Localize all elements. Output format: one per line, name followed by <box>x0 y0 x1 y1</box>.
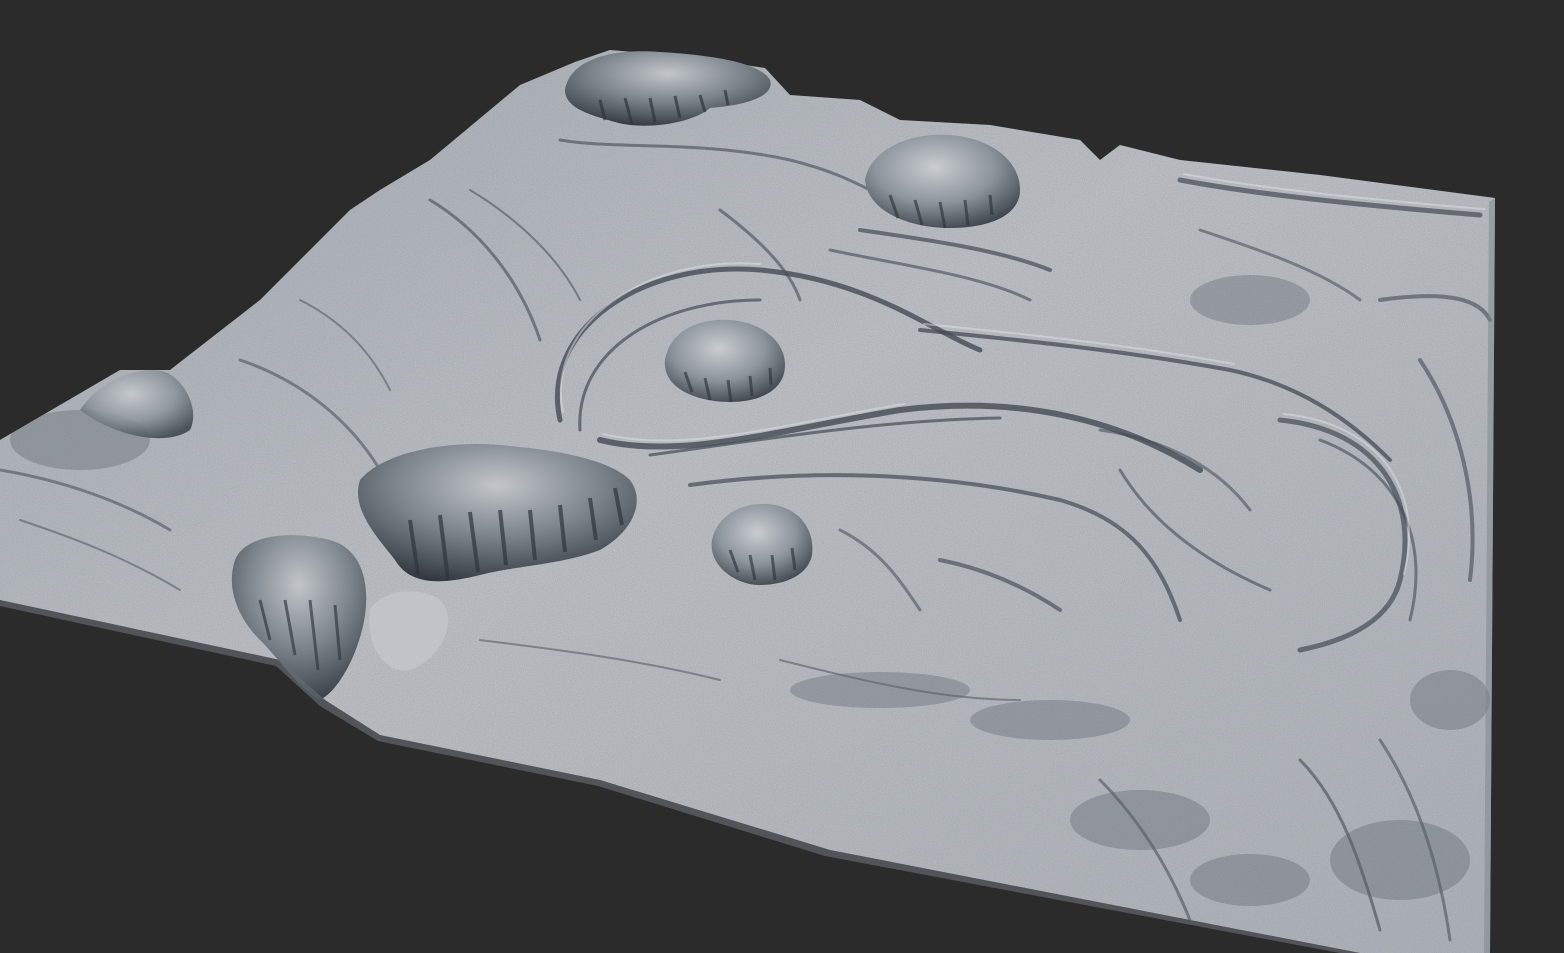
mound-south <box>711 503 813 585</box>
terrain-render <box>0 50 1495 953</box>
3d-viewport[interactable] <box>0 0 1564 953</box>
